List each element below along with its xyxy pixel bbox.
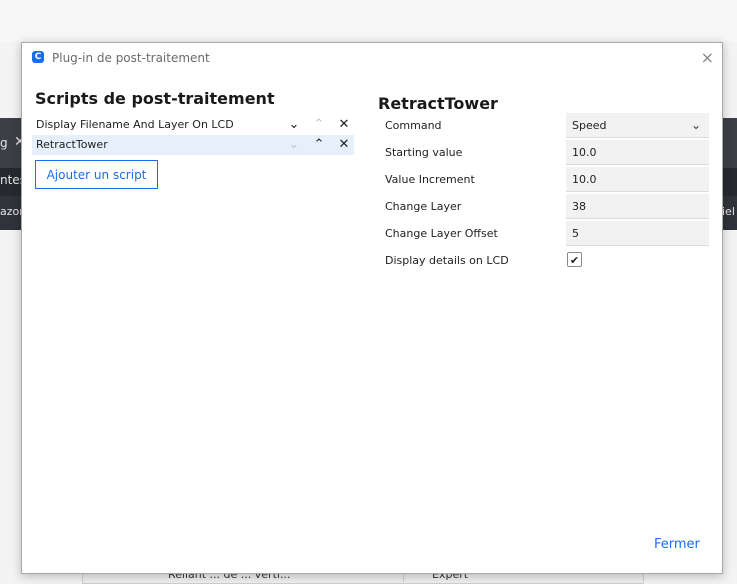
dialog-titlebar: C Plug-in de post-traitement ×: [22, 43, 722, 73]
setting-label-change-layer-offset: Change Layer Offset: [385, 227, 498, 240]
script-settings-heading: RetractTower: [378, 94, 498, 113]
setting-label-display-details: Display details on LCD: [385, 254, 509, 267]
move-down-icon[interactable]: ⌄: [287, 115, 301, 135]
remove-script-icon[interactable]: ✕: [337, 135, 351, 155]
setting-label-command: Command: [385, 119, 442, 132]
background-app-top: [0, 0, 737, 42]
script-item-retracttower[interactable]: RetractTower ⌄ ⌃ ✕: [32, 135, 354, 155]
change-layer-input[interactable]: 38: [566, 194, 709, 219]
cura-app-icon: C: [32, 51, 44, 63]
command-value: Speed: [572, 119, 607, 132]
dialog-title: Plug-in de post-traitement: [52, 51, 210, 65]
setting-label-value-increment: Value Increment: [385, 173, 475, 186]
script-item-display-filename[interactable]: Display Filename And Layer On LCD ⌄ ⌃ ✕: [32, 115, 354, 135]
display-details-checkbox[interactable]: ✔: [567, 252, 582, 267]
setting-label-starting-value: Starting value: [385, 146, 463, 159]
background-fragment-4: iel: [722, 205, 735, 218]
starting-value-input[interactable]: 10.0: [566, 140, 709, 165]
chevron-down-icon: ⌄: [690, 118, 701, 132]
move-down-icon: ⌄: [288, 137, 300, 152]
command-dropdown[interactable]: Speed ⌄: [566, 113, 709, 138]
script-item-label: Display Filename And Layer On LCD: [36, 118, 234, 131]
script-item-label: RetractTower: [36, 138, 108, 151]
move-up-icon[interactable]: ⌃: [312, 135, 326, 155]
post-processing-dialog: C Plug-in de post-traitement × Scripts d…: [21, 42, 723, 574]
scripts-heading: Scripts de post-traitement: [35, 89, 275, 108]
move-up-icon: ⌃: [313, 117, 325, 132]
setting-label-change-layer: Change Layer: [385, 200, 462, 213]
value-increment-input[interactable]: 10.0: [566, 167, 709, 192]
change-layer-offset-input[interactable]: 5: [566, 221, 709, 246]
remove-script-icon[interactable]: ✕: [337, 115, 351, 135]
background-fragment-1: g: [0, 136, 8, 150]
add-script-button[interactable]: Ajouter un script: [35, 160, 158, 189]
close-icon[interactable]: ×: [701, 48, 714, 67]
close-button[interactable]: Fermer: [654, 537, 700, 552]
